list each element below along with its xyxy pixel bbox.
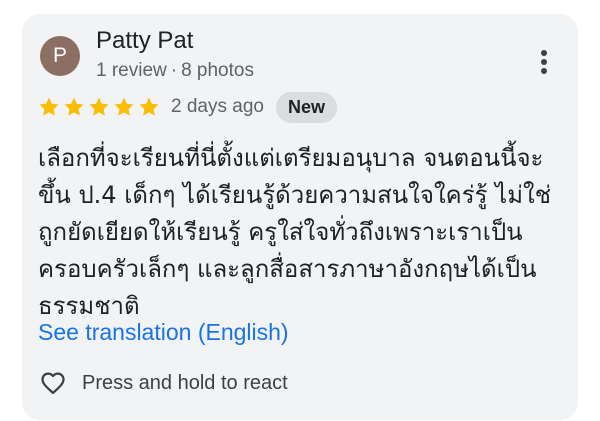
review-text: เลือกที่จะเรียนที่นี่ตั้งแต่เตรียมอนุบาล… — [38, 144, 552, 320]
meta-separator: · — [170, 60, 178, 81]
react-button[interactable]: Press and hold to react — [38, 369, 288, 397]
more-vert-icon — [541, 50, 547, 56]
star-icon — [139, 97, 159, 116]
star-icon — [39, 97, 59, 116]
more-vert-icon-dot — [541, 59, 547, 65]
review-date: 2 days ago — [171, 96, 264, 117]
author-name[interactable]: Patty Pat — [96, 27, 193, 55]
star-icon — [89, 97, 109, 116]
see-translation-link[interactable]: See translation (English) — [38, 319, 289, 346]
review-count: 1 review — [96, 60, 167, 81]
avatar[interactable]: P — [40, 36, 80, 76]
review-card: P Patty Pat 1 review · 8 photos 2 days ago… — [22, 14, 578, 420]
star-rating — [38, 96, 163, 118]
rating-row: 2 days ago New — [38, 90, 337, 124]
star-icon — [114, 97, 134, 116]
react-label: Press and hold to react — [82, 371, 288, 394]
author-meta: 1 review · 8 photos — [96, 60, 254, 82]
photo-count: 8 photos — [181, 60, 254, 81]
new-badge: New — [275, 91, 337, 123]
heart-outline-icon — [41, 372, 65, 395]
more-options-button[interactable] — [532, 48, 556, 76]
more-vert-icon-dot — [541, 68, 547, 74]
star-icon — [64, 97, 84, 116]
